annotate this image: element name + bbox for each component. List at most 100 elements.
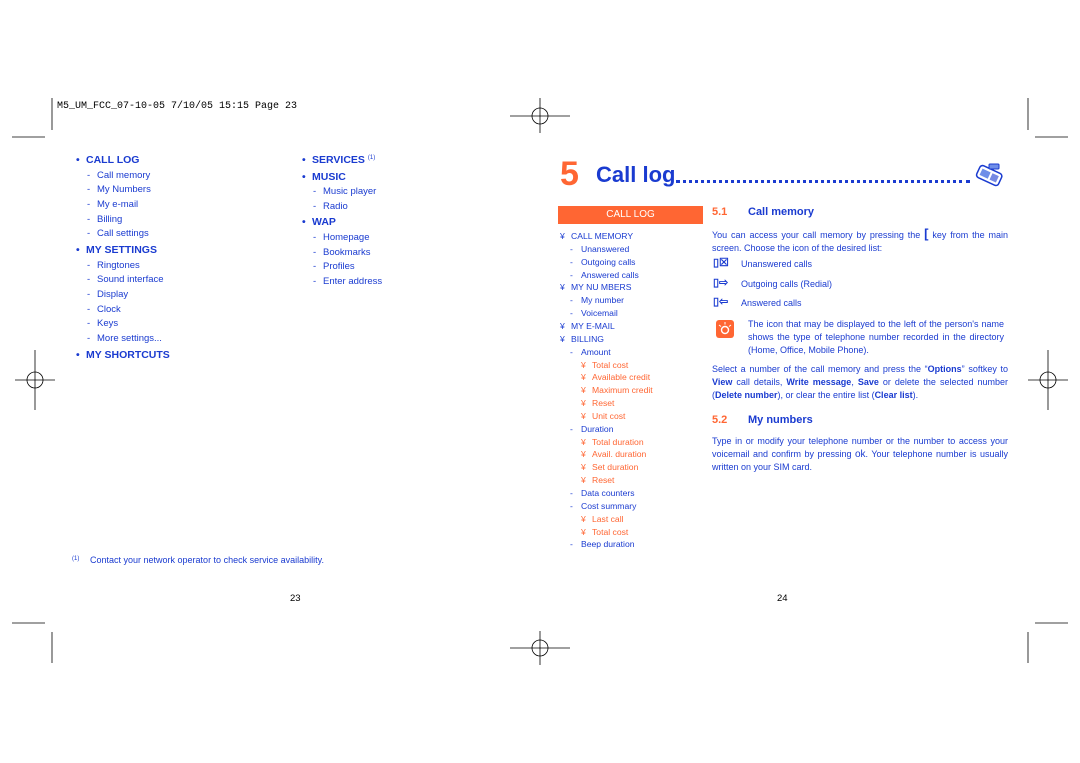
text: call details, — [732, 377, 787, 387]
tip-icon — [716, 320, 734, 338]
text: ), or clear the entire list ( — [777, 390, 875, 400]
menu-item: Radio — [323, 200, 348, 212]
chapter-title: Call log — [596, 162, 676, 187]
bullet: • — [302, 216, 306, 229]
bullet: ¥ — [581, 475, 586, 486]
menu-header-bar: CALL LOG — [558, 206, 703, 224]
menu-option: Delete number — [715, 390, 778, 400]
left-softkey-icon: [ — [924, 226, 929, 241]
menu-item: BILLING — [571, 333, 604, 344]
bullet: ¥ — [581, 372, 586, 383]
bullet: ¥ — [560, 231, 565, 241]
menu-item: Unit cost — [592, 410, 626, 421]
bullet: ¥ — [581, 436, 586, 447]
dash: - — [313, 246, 317, 258]
bullet: • — [302, 154, 306, 166]
menu-item: Homepage — [323, 231, 370, 243]
bullet: ¥ — [581, 462, 586, 473]
menu-item: Clock — [97, 303, 121, 315]
menu-item: Call settings — [97, 228, 149, 240]
dash: - — [313, 186, 317, 197]
section-number: 5.2 — [712, 414, 728, 426]
bullet: - — [570, 539, 573, 550]
call-type-label: Outgoing calls (Redial) — [741, 278, 833, 289]
bullet: - — [570, 423, 573, 434]
bullet: - — [570, 500, 573, 511]
menu-section-title: MY SHORTCUTS — [86, 348, 170, 361]
text: ). — [912, 390, 919, 400]
menu-item: Voicemail — [581, 308, 618, 319]
bullet: - — [570, 346, 573, 357]
text: ” softkey to — [961, 364, 1008, 374]
menu-item: Answered calls — [581, 269, 639, 280]
menu-option: Clear list — [874, 390, 913, 400]
dash: - — [87, 259, 91, 271]
menu-item: Ringtones — [97, 259, 140, 271]
dash: - — [87, 184, 91, 196]
bullet: ¥ — [581, 449, 586, 460]
bullet: - — [570, 295, 573, 306]
menu-item: Amount — [581, 346, 611, 357]
menu-item: Billing — [97, 213, 123, 225]
bullet: - — [570, 269, 573, 280]
section-number: 5.1 — [712, 206, 728, 218]
menu-option: Save — [857, 377, 879, 387]
menu-item: Keys — [97, 318, 119, 330]
call-type-label: Unanswered calls — [741, 259, 813, 269]
section-title: Call memory — [748, 206, 815, 218]
bullet: - — [570, 256, 573, 267]
menu-section-title: SERVICES (1) — [312, 154, 376, 166]
manual-spread: M5_UM_FCC_07-10-05 7/10/05 15:15 Page 23… — [0, 0, 1080, 763]
phone-icon — [975, 163, 1003, 187]
menu-section-title: MUSIC — [312, 170, 346, 183]
menu-item: Call memory — [97, 169, 151, 181]
bullet: - — [570, 243, 573, 254]
menu-item: Profiles — [323, 261, 355, 273]
menu-item: Total cost — [592, 526, 629, 537]
menu-section-title: MY SETTINGS — [86, 244, 157, 256]
menu-item: Duration — [581, 423, 614, 434]
text: Select a number of the call memory and p… — [712, 364, 928, 374]
answered-call-icon: ▯⇦ — [713, 296, 729, 308]
bullet: - — [570, 308, 573, 319]
menu-item: Set duration — [592, 462, 639, 473]
menu-item: Music player — [323, 186, 377, 197]
dash: - — [87, 288, 91, 300]
tip-text: The icon that may be displayed to the le… — [748, 319, 1004, 355]
bullet: ¥ — [581, 398, 586, 409]
footnote-ref: (1) — [367, 154, 376, 161]
ok-key-icon: ok — [854, 449, 866, 460]
bullet: ¥ — [560, 333, 565, 344]
menu-option: Write message — [786, 377, 852, 387]
bullet: ¥ — [581, 410, 586, 421]
menu-item: Enter address — [323, 276, 383, 287]
menu-item: Reset — [592, 475, 615, 486]
bullet: • — [76, 348, 80, 361]
menu-item: Last call — [592, 513, 624, 524]
menu-item: Bookmarks — [323, 246, 371, 258]
menu-item: More settings... — [97, 333, 162, 344]
dash: - — [313, 200, 317, 212]
menu-item: Total duration — [592, 436, 644, 447]
menu-section-title: CALL LOG — [86, 154, 140, 166]
menu-item: Available credit — [592, 372, 651, 383]
menu-item: Total cost — [592, 359, 629, 370]
bullet: • — [76, 244, 80, 256]
bullet: • — [302, 170, 306, 183]
dash: - — [313, 231, 317, 243]
menu-option: View — [712, 377, 733, 387]
menu-item: Beep duration — [581, 539, 635, 550]
menu-item: Sound interface — [97, 274, 164, 286]
call-type-label: Answered calls — [741, 298, 802, 308]
dash: - — [313, 276, 317, 287]
menu-item: My number — [581, 295, 624, 306]
paragraph: You can access your call memory by press… — [712, 227, 1008, 255]
bullet: ¥ — [560, 320, 565, 331]
menu-item: MY NU MBERS — [571, 282, 632, 293]
unanswered-call-icon: ▯☒ — [713, 257, 729, 269]
menu-section-title: WAP — [312, 216, 336, 229]
options-paragraph: Select a number of the call memory and p… — [712, 363, 1008, 402]
menu-item: Reset — [592, 398, 615, 409]
dash: - — [87, 303, 91, 315]
menu-item: Avail. duration — [592, 449, 647, 460]
